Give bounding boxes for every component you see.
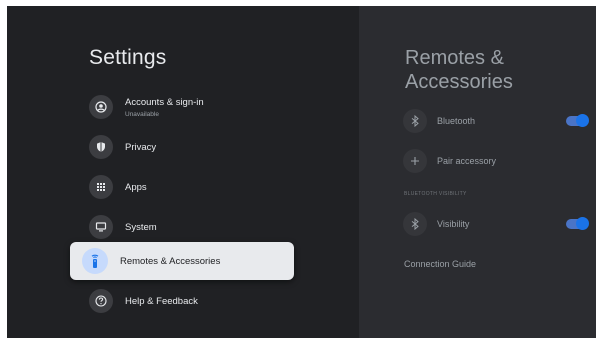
menu-item-accounts[interactable]: Accounts & sign-in Unavailable [71,87,293,127]
connection-guide-link[interactable]: Connection Guide [404,259,476,269]
help-icon [89,289,113,313]
visibility-label: Visibility [437,219,470,229]
menu-item-label: Remotes & Accessories [120,255,221,267]
menu-item-help-feedback[interactable]: Help & Feedback [71,281,293,321]
menu-item-system[interactable]: System [71,207,293,247]
bluetooth-label: Bluetooth [437,116,476,126]
menu-item-remotes-accessories[interactable]: Remotes & Accessories [70,242,294,280]
bluetooth-icon [403,212,427,236]
toggle-knob [576,114,589,127]
pair-accessory-label: Pair accessory [437,156,497,166]
page-title: Settings [89,46,167,69]
menu-item-apps[interactable]: Apps [71,167,293,207]
apps-grid-icon [89,175,113,199]
menu-item-label: Help & Feedback [125,295,198,307]
section-header: BLUETOOTH VISIBILITY [404,191,467,197]
visibility-toggle[interactable] [566,217,589,230]
menu-item-label: Accounts & sign-in [125,96,204,108]
plus-icon [403,149,427,173]
bluetooth-row[interactable]: Bluetooth [403,107,596,135]
menu-item-privacy[interactable]: Privacy [71,127,293,167]
toggle-knob [576,217,589,230]
settings-panel: Settings Accounts & sign-in Unavailable … [7,6,359,338]
remote-icon [82,248,108,274]
panel-title: Remotes & Accessories [405,47,513,93]
menu-item-sublabel: Unavailable [125,110,159,118]
menu-item-label: System [125,221,157,233]
pair-accessory-row[interactable]: Pair accessory [403,147,596,175]
tv-settings-screen: Settings Accounts & sign-in Unavailable … [7,6,596,338]
menu-item-label: Privacy [125,141,157,153]
remotes-accessories-panel: Remotes & Accessories Bluetooth Pair acc… [359,6,596,338]
menu-item-label: Apps [125,181,147,193]
visibility-row[interactable]: Visibility [403,210,596,238]
bluetooth-toggle[interactable] [566,114,589,127]
shield-icon [89,135,113,159]
monitor-icon [89,215,113,239]
account-icon [89,95,113,119]
bluetooth-icon [403,109,427,133]
